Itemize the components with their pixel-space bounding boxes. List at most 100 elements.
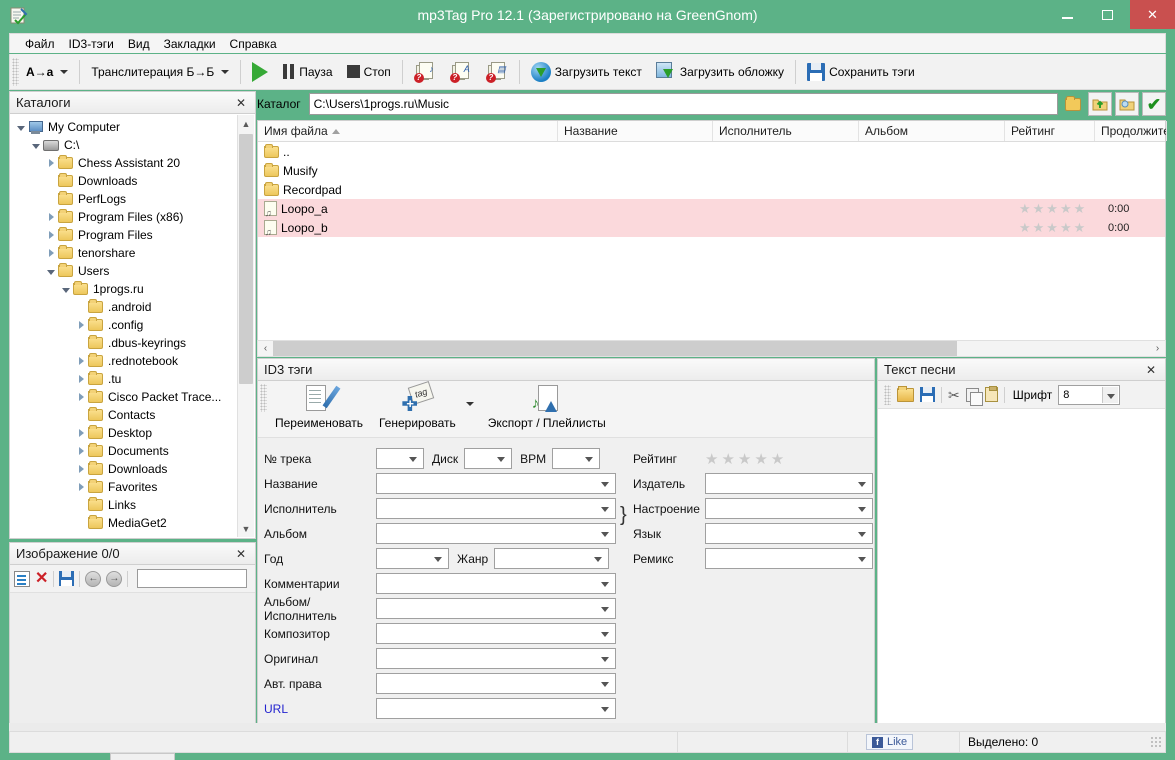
table-row[interactable]: Loopo_a ★★★★★ 0:00 xyxy=(258,199,1165,218)
chevron-right-icon[interactable] xyxy=(44,210,58,224)
delete-image-icon[interactable]: ✕ xyxy=(35,570,48,587)
tree-item[interactable]: C:\ xyxy=(14,136,235,154)
chevron-right-icon[interactable] xyxy=(44,228,58,242)
mood-input[interactable] xyxy=(705,498,873,519)
chevron-right-icon[interactable] xyxy=(74,390,88,404)
url-input[interactable] xyxy=(376,698,616,719)
rename-button[interactable]: Переименовать xyxy=(267,384,371,430)
genre-input[interactable] xyxy=(494,548,610,569)
rating-cell[interactable]: ★★★★★ xyxy=(1019,220,1087,236)
scrollbar-trough[interactable] xyxy=(273,341,1150,356)
rating-cell[interactable]: ★★★★★ xyxy=(1019,201,1087,217)
toolbar-grip[interactable] xyxy=(260,384,267,412)
table-row[interactable]: Recordpad xyxy=(258,180,1165,199)
publisher-input[interactable] xyxy=(705,473,873,494)
tree-item[interactable]: Downloads xyxy=(14,172,235,190)
generate-button[interactable]: tag + Генерировать xyxy=(371,381,464,430)
close-button[interactable]: ✕ xyxy=(1130,0,1175,29)
prev-image-icon[interactable]: ← xyxy=(85,570,102,587)
cut-icon[interactable]: ✂ xyxy=(948,388,960,402)
tree-item[interactable]: .android xyxy=(14,298,235,316)
chevron-right-icon[interactable] xyxy=(74,318,88,332)
chevron-down-icon[interactable] xyxy=(59,282,73,296)
chevron-down-icon[interactable] xyxy=(29,138,43,152)
close-icon[interactable]: ✕ xyxy=(233,547,249,561)
chevron-right-icon[interactable] xyxy=(44,156,58,170)
find-cover-button[interactable]: ▤ ? xyxy=(479,57,515,87)
menu-item-bookmarks[interactable]: Закладки xyxy=(157,35,223,53)
column-header[interactable]: Название xyxy=(558,121,713,141)
tree-item[interactable]: Program Files xyxy=(14,226,235,244)
album-input[interactable] xyxy=(376,523,616,544)
chevron-down-icon[interactable] xyxy=(44,264,58,278)
load-cover-button[interactable]: Загрузить обложку xyxy=(649,57,791,87)
tree-item[interactable]: Favorites xyxy=(14,478,235,496)
table-row[interactable]: Musify xyxy=(258,161,1165,180)
menu-item-id3tags[interactable]: ID3-тэги xyxy=(62,35,121,53)
tree-item[interactable]: .rednotebook xyxy=(14,352,235,370)
tree-item[interactable]: 1progs.ru xyxy=(14,280,235,298)
tree-item[interactable]: Desktop xyxy=(14,424,235,442)
tree-item[interactable]: Cisco Packet Trace... xyxy=(14,388,235,406)
facebook-like-button[interactable]: f Like xyxy=(866,734,914,750)
tree-item[interactable]: Chess Assistant 20 xyxy=(14,154,235,172)
chevron-right-icon[interactable] xyxy=(74,444,88,458)
tree-item[interactable]: .dbus-keyrings xyxy=(14,334,235,352)
directory-tree[interactable]: My Computer C:\ Chess Assistant 20 Download… xyxy=(9,114,256,539)
table-row[interactable]: .. xyxy=(258,142,1165,161)
save-image-icon[interactable] xyxy=(59,571,75,586)
load-text-button[interactable]: Загрузить текст xyxy=(524,57,649,87)
column-header[interactable]: Имя файла xyxy=(258,121,558,141)
table-row[interactable]: Loopo_b ★★★★★ 0:00 xyxy=(258,218,1165,237)
export-playlists-button[interactable]: ♪ Экспорт / Плейлисты xyxy=(480,384,614,430)
menu-item-help[interactable]: Справка xyxy=(223,35,284,53)
file-list[interactable]: Имя файла Название Исполнитель Альбом Рейтин… xyxy=(257,120,1167,348)
column-header[interactable]: Продолжите xyxy=(1095,121,1167,141)
composer-input[interactable] xyxy=(376,623,616,644)
resize-grip[interactable] xyxy=(1150,736,1162,748)
tree-vertical-scrollbar[interactable]: ▲ ▼ xyxy=(237,115,254,537)
menu-item-file[interactable]: Файл xyxy=(18,35,62,53)
original-input[interactable] xyxy=(376,648,616,669)
menu-item-view[interactable]: Вид xyxy=(121,35,157,53)
chevron-right-icon[interactable] xyxy=(74,462,88,476)
language-input[interactable] xyxy=(705,523,873,544)
tree-item[interactable]: My Computer xyxy=(14,118,235,136)
scroll-down-icon[interactable]: ▼ xyxy=(238,520,254,537)
scroll-right-icon[interactable]: › xyxy=(1150,343,1165,354)
path-input[interactable] xyxy=(308,93,1058,115)
artist-input[interactable] xyxy=(376,498,616,519)
scrollbar-thumb[interactable] xyxy=(239,134,253,384)
tree-item[interactable]: Documents xyxy=(14,442,235,460)
stop-button[interactable]: Стоп xyxy=(340,57,398,87)
column-header[interactable]: Исполнитель xyxy=(713,121,859,141)
close-icon[interactable]: ✕ xyxy=(233,96,249,110)
apply-button[interactable]: ✔ xyxy=(1142,92,1166,116)
folder-button[interactable] xyxy=(1061,92,1085,116)
paste-icon[interactable] xyxy=(984,386,998,402)
case-convert-button[interactable]: A→a xyxy=(19,57,75,87)
tree-item[interactable]: tenorshare xyxy=(14,244,235,262)
tree-item[interactable]: Links xyxy=(14,496,235,514)
lyrics-textarea[interactable] xyxy=(878,409,1165,417)
up-folder-button[interactable] xyxy=(1088,92,1112,116)
track-number-input[interactable] xyxy=(376,448,424,469)
find-tags-button[interactable]: ♪ ? xyxy=(407,57,443,87)
album-artist-input[interactable] xyxy=(376,598,616,619)
column-header[interactable]: Рейтинг xyxy=(1005,121,1095,141)
column-header[interactable]: Альбом xyxy=(859,121,1005,141)
save-file-icon[interactable] xyxy=(920,387,935,402)
next-image-icon[interactable]: → xyxy=(106,570,123,587)
chevron-down-icon[interactable] xyxy=(465,401,474,406)
url-label[interactable]: URL xyxy=(264,702,376,716)
chevron-right-icon[interactable] xyxy=(74,372,88,386)
chevron-right-icon[interactable] xyxy=(74,480,88,494)
chevron-right-icon[interactable] xyxy=(74,426,88,440)
close-icon[interactable]: ✕ xyxy=(1143,363,1159,377)
tree-item[interactable]: PerfLogs xyxy=(14,190,235,208)
font-size-select[interactable]: 8 xyxy=(1058,384,1121,405)
transliteration-button[interactable]: Транслитерация Б→Б xyxy=(84,57,236,87)
tree-item[interactable]: Downloads xyxy=(14,460,235,478)
chevron-down-icon[interactable] xyxy=(14,120,28,134)
chevron-right-icon[interactable] xyxy=(44,246,58,260)
